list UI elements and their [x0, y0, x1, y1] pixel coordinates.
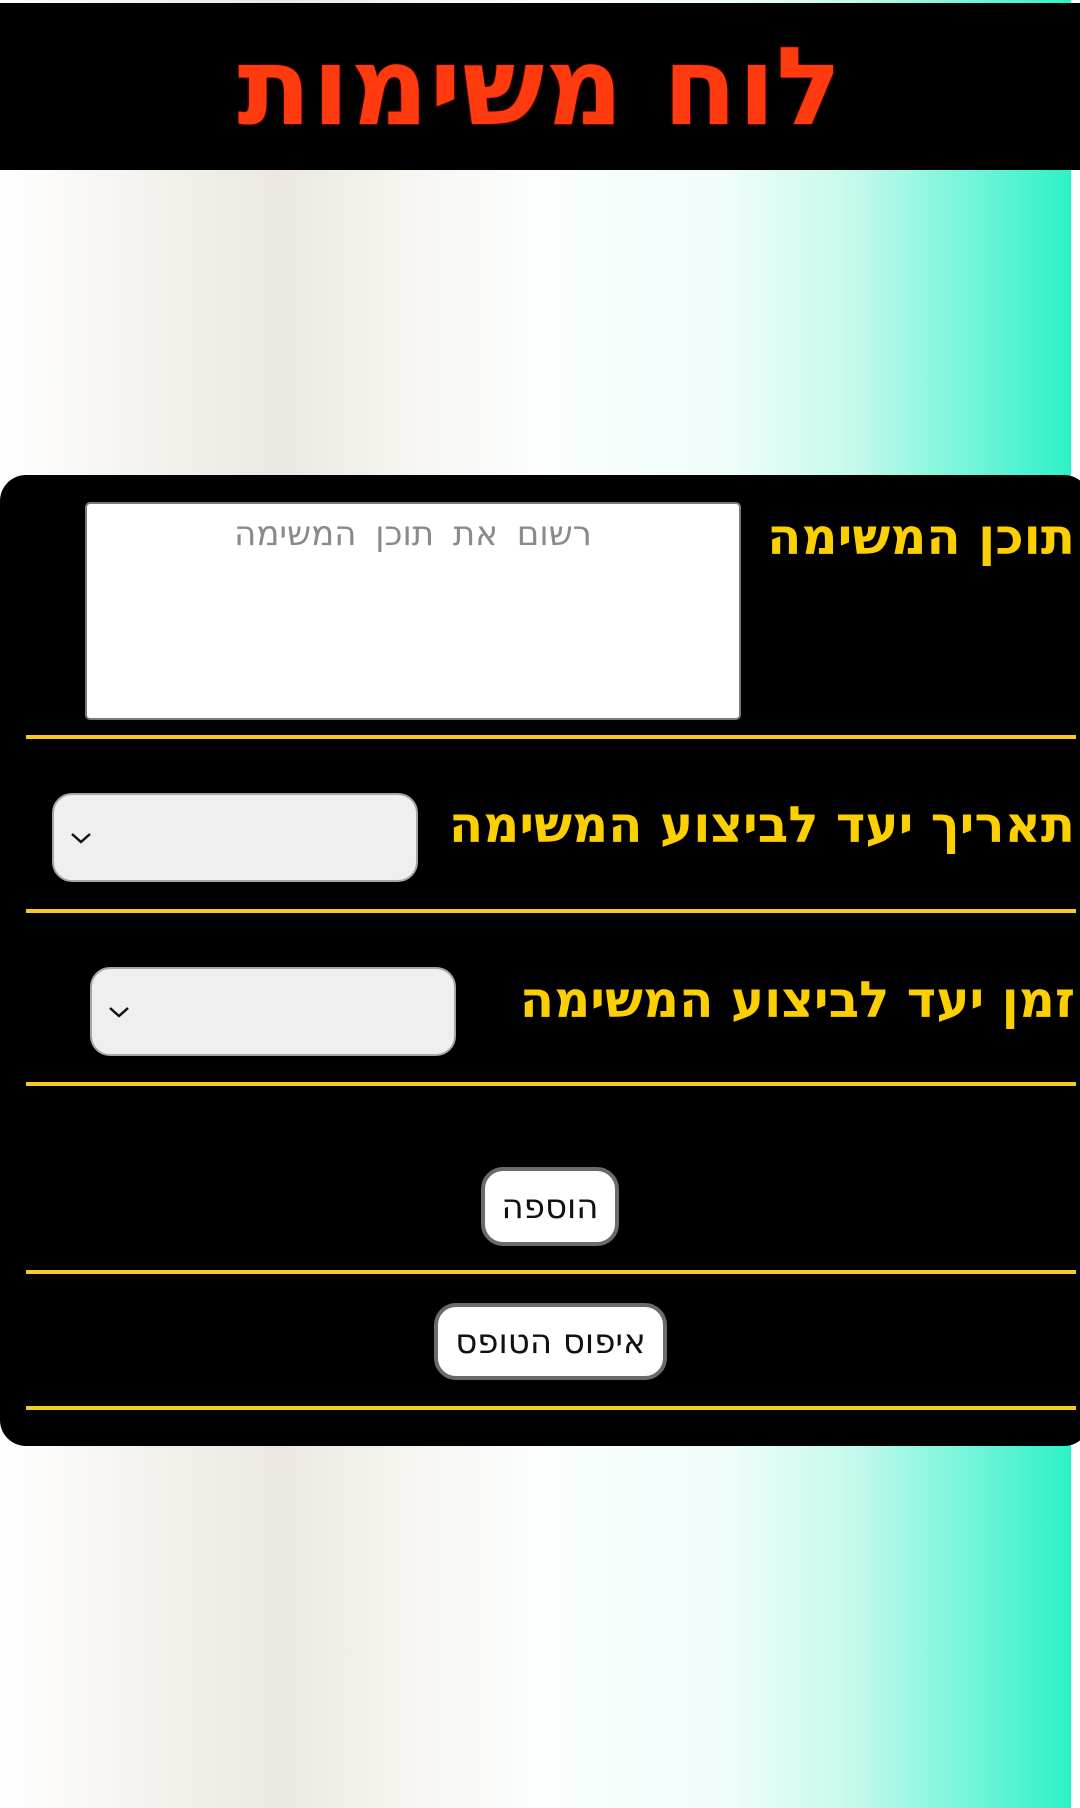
task-content-label: תוכן המשימה: [767, 508, 1075, 566]
divider: [26, 909, 1076, 913]
page-title: לוח משימות: [237, 25, 843, 150]
task-form: תוכן המשימה תאריך יעד לביצוע המשימה זמן …: [0, 475, 1080, 1446]
due-date-select[interactable]: [52, 793, 418, 882]
chevron-down-icon: [109, 1007, 129, 1018]
add-task-button[interactable]: הוספה: [481, 1167, 619, 1246]
divider: [26, 1082, 1076, 1086]
app-header: לוח משימות: [0, 3, 1080, 170]
divider: [26, 1406, 1076, 1410]
divider: [26, 1270, 1076, 1274]
chevron-down-icon: [71, 833, 91, 844]
due-date-label: תאריך יעד לביצוע המשימה: [448, 796, 1075, 854]
reset-form-button[interactable]: איפוס הטופס: [434, 1303, 667, 1380]
divider: [26, 735, 1076, 739]
due-time-select[interactable]: [90, 967, 456, 1056]
due-time-label: זמן יעד לביצוע המשימה: [519, 971, 1075, 1029]
task-content-textarea[interactable]: [85, 502, 741, 720]
